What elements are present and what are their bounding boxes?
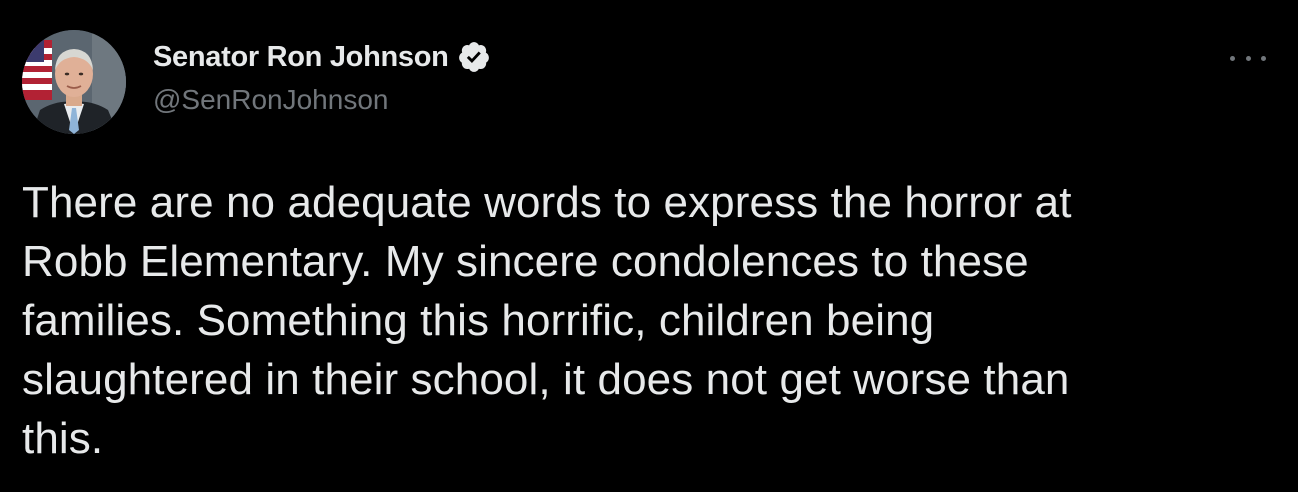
author-handle[interactable]: @SenRonJohnson [153,84,388,116]
senator-portrait-icon [22,30,126,134]
tweet-text-line: slaughtered in their school, it does not… [22,355,1070,404]
more-dot [1261,55,1266,61]
author-name-row: Senator Ron Johnson [153,40,491,74]
more-options-icon[interactable] [1230,50,1266,66]
tweet-text: There are no adequate words to express t… [22,173,1262,468]
tweet-text-line: There are no adequate words to express t… [22,178,1072,227]
author-display-name[interactable]: Senator Ron Johnson [153,41,449,74]
tweet-text-line: this. [22,414,104,463]
avatar[interactable] [22,30,126,134]
tweet-text-line: Robb Elementary. My sincere condolences … [22,237,1029,286]
tweet-text-line: families. Something this horrific, child… [22,296,935,345]
tweet-card: Senator Ron Johnson @SenRonJohnson There… [0,0,1298,492]
more-dot [1230,55,1235,61]
verified-badge-icon [457,40,491,74]
more-dot [1245,55,1251,61]
